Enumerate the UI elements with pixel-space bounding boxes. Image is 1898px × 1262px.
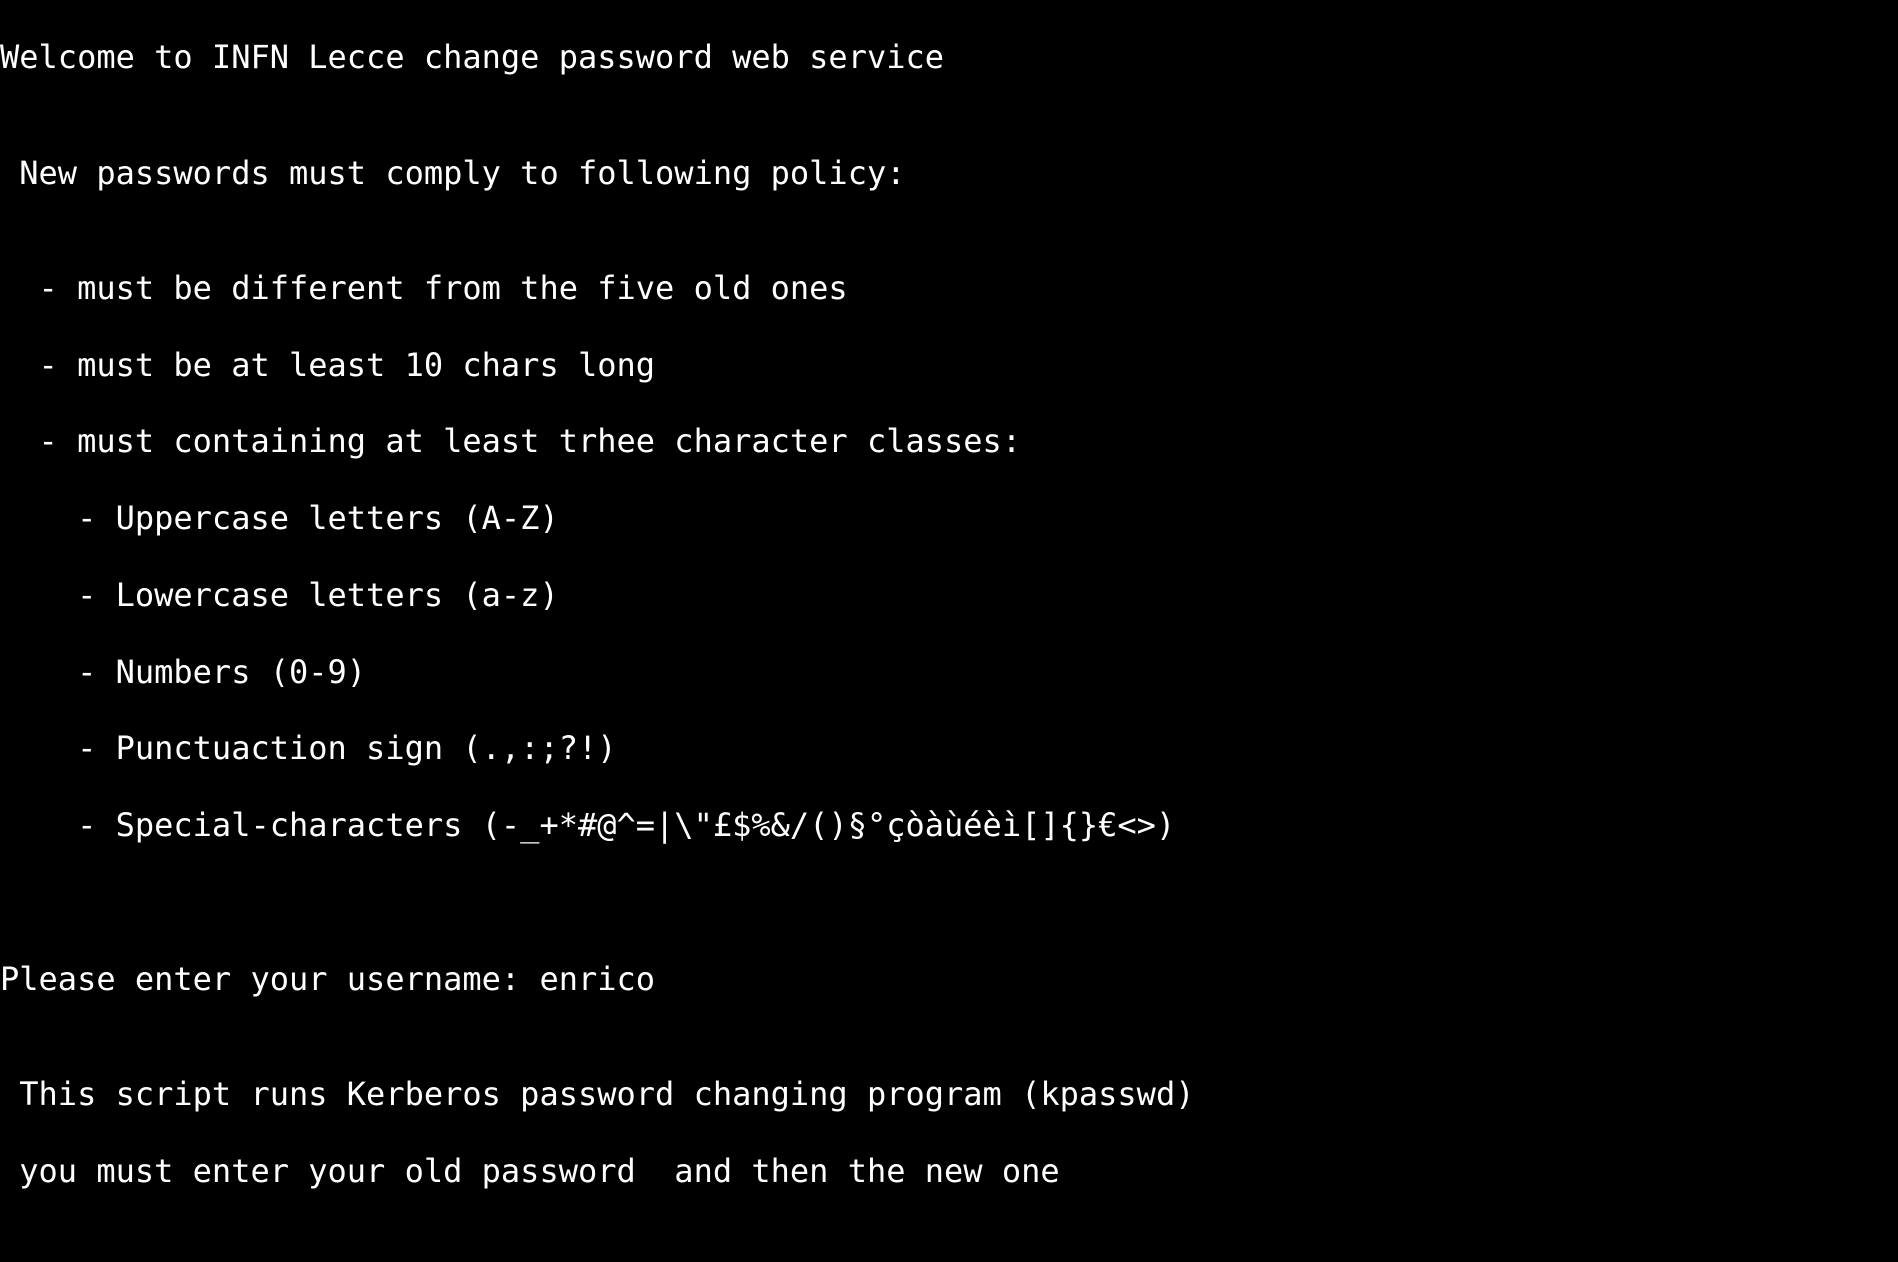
policy-class: - Numbers (0-9) <box>0 653 1898 691</box>
policy-class: - Punctuaction sign (.,:;?!) <box>0 729 1898 767</box>
policy-rule: - must containing at least trhee charact… <box>0 422 1898 460</box>
policy-rule: - must be at least 10 chars long <box>0 346 1898 384</box>
policy-intro: New passwords must comply to following p… <box>0 154 1898 192</box>
username-line: Please enter your username: enrico <box>0 960 1898 998</box>
policy-class: - Special-characters (-_+*#@^=|\"£$%&/()… <box>0 806 1898 844</box>
policy-class: - Lowercase letters (a-z) <box>0 576 1898 614</box>
script-info: you must enter your old password and the… <box>0 1152 1898 1190</box>
welcome-line: Welcome to INFN Lecce change password we… <box>0 38 1898 76</box>
script-info: This script runs Kerberos password chang… <box>0 1075 1898 1113</box>
policy-class: - Uppercase letters (A-Z) <box>0 499 1898 537</box>
terminal-screen[interactable]: Welcome to INFN Lecce change password we… <box>0 0 1898 1262</box>
username-value: enrico <box>539 960 655 998</box>
policy-rule: - must be different from the five old on… <box>0 269 1898 307</box>
username-prompt: Please enter your username: <box>0 960 539 998</box>
